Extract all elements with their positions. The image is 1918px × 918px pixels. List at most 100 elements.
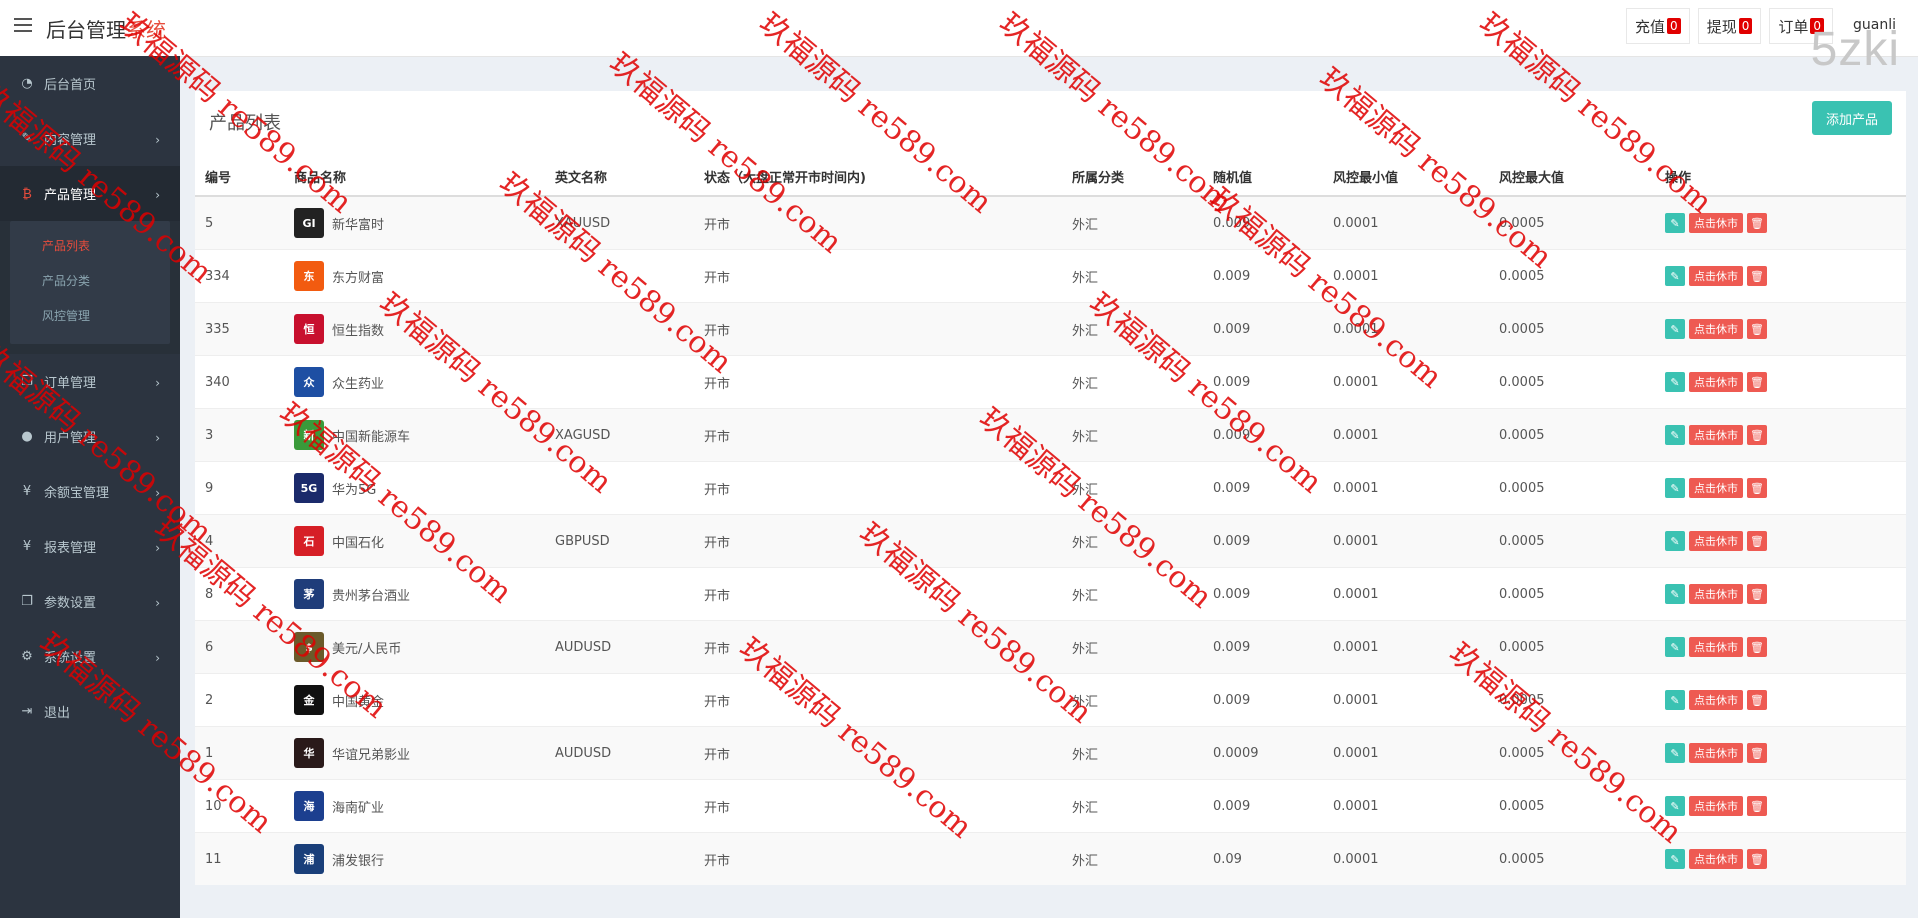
- cell-category: 外汇: [1062, 567, 1203, 621]
- chevron-right-icon: ›: [155, 133, 160, 147]
- trash-icon[interactable]: 🗑: [1747, 425, 1767, 445]
- cell-random: 0.009: [1203, 302, 1323, 356]
- trash-icon[interactable]: 🗑: [1747, 266, 1767, 286]
- edit-icon[interactable]: ✎: [1665, 266, 1685, 286]
- edit-icon[interactable]: ✎: [1665, 796, 1685, 816]
- edit-icon: ✎: [21, 131, 33, 146]
- cell-risk-max: 0.0005: [1489, 461, 1655, 515]
- toggle-market-button[interactable]: 点击休市: [1689, 319, 1743, 339]
- sidebar-item-orders[interactable]: ❐ 订单管理 ›: [0, 354, 180, 409]
- cell-risk-min: 0.0001: [1323, 567, 1489, 621]
- toggle-market-button[interactable]: 点击休市: [1689, 478, 1743, 498]
- toggle-market-button[interactable]: 点击休市: [1689, 425, 1743, 445]
- edit-icon[interactable]: ✎: [1665, 478, 1685, 498]
- table-row: 10 海海南矿业 开市 外汇 0.009 0.0001 0.0005 ✎ 点击休市 🗑: [195, 779, 1906, 833]
- sidebar-item-products[interactable]: ₿ 产品管理 ›: [0, 166, 180, 221]
- cell-en-name: AUDUSD: [545, 726, 694, 780]
- cell-id: 335: [195, 302, 284, 356]
- cell-name: 5G 华为5G: [284, 461, 545, 515]
- sidebar-subitem-risk-control[interactable]: 风控管理: [10, 299, 170, 334]
- sidebar-item-users[interactable]: ● 用户管理 ›: [0, 409, 180, 464]
- add-product-button[interactable]: 添加产品: [1811, 101, 1892, 135]
- edit-icon[interactable]: ✎: [1665, 743, 1685, 763]
- product-name: 浦发银行: [332, 853, 385, 869]
- cell-risk-min: 0.0001: [1323, 302, 1489, 356]
- product-logo: 华: [294, 738, 324, 768]
- cell-en-name: [545, 355, 694, 409]
- cell-random: 0.009: [1203, 673, 1323, 727]
- toggle-market-button[interactable]: 点击休市: [1689, 584, 1743, 604]
- toggle-market-button[interactable]: 点击休市: [1689, 213, 1743, 233]
- toggle-market-button[interactable]: 点击休市: [1689, 372, 1743, 392]
- edit-icon[interactable]: ✎: [1665, 372, 1685, 392]
- toggle-market-button[interactable]: 点击休市: [1689, 637, 1743, 657]
- sidebar-item-label: 后台首页: [44, 78, 97, 93]
- recharge-button[interactable]: 充值 0: [1626, 8, 1690, 44]
- sidebar-item-logout[interactable]: ⇥ 退出: [0, 684, 180, 739]
- toggle-market-button[interactable]: 点击休市: [1689, 849, 1743, 869]
- edit-icon[interactable]: ✎: [1665, 213, 1685, 233]
- cell-id: 10: [195, 779, 284, 833]
- cell-risk-min: 0.0001: [1323, 461, 1489, 515]
- column-header-risk-max: 风控最大值: [1489, 157, 1655, 197]
- trash-icon[interactable]: 🗑: [1747, 478, 1767, 498]
- edit-icon[interactable]: ✎: [1665, 849, 1685, 869]
- sidebar-item-yuebao[interactable]: ¥ 余额宝管理 ›: [0, 464, 180, 519]
- toggle-market-button[interactable]: 点击休市: [1689, 743, 1743, 763]
- sidebar-item-system[interactable]: ⚙ 系统设置 ›: [0, 629, 180, 684]
- toggle-market-button[interactable]: 点击休市: [1689, 796, 1743, 816]
- edit-icon[interactable]: ✎: [1665, 425, 1685, 445]
- trash-icon[interactable]: 🗑: [1747, 637, 1767, 657]
- toggle-market-button[interactable]: 点击休市: [1689, 690, 1743, 710]
- trash-icon[interactable]: 🗑: [1747, 584, 1767, 604]
- trash-icon[interactable]: 🗑: [1747, 690, 1767, 710]
- toggle-market-button[interactable]: 点击休市: [1689, 531, 1743, 551]
- cell-category: 外汇: [1062, 726, 1203, 780]
- sidebar-subitem-product-category[interactable]: 产品分类: [10, 264, 170, 299]
- cell-status: 开市: [694, 832, 1062, 885]
- table-row: 5 GI 新华富时 XAUUSD 开市 外汇 0.009 0.0001 0.0005 ✎ 点击休市 🗑: [195, 195, 1906, 250]
- trash-icon[interactable]: 🗑: [1747, 372, 1767, 392]
- product-logo: GI: [294, 208, 324, 238]
- cell-category: 外汇: [1062, 408, 1203, 462]
- toggle-market-button[interactable]: 点击休市: [1689, 266, 1743, 286]
- sidebar-item-content[interactable]: ✎ 内容管理 ›: [0, 111, 180, 166]
- cell-name: 石中国石化: [284, 514, 545, 568]
- cell-category: 外汇: [1062, 779, 1203, 833]
- menu-toggle-icon[interactable]: [14, 18, 32, 32]
- sidebar-item-label: 报表管理: [44, 541, 97, 556]
- trash-icon[interactable]: 🗑: [1747, 849, 1767, 869]
- sidebar-item-label: 订单管理: [44, 376, 97, 391]
- edit-icon[interactable]: ✎: [1665, 319, 1685, 339]
- edit-icon[interactable]: ✎: [1665, 584, 1685, 604]
- cell-risk-max: 0.0005: [1489, 249, 1655, 303]
- cell-random: 0.0009: [1203, 726, 1323, 780]
- column-header-en-name: 英文名称: [545, 157, 694, 197]
- cell-status: 开市: [694, 673, 1062, 727]
- cell-en-name: [545, 567, 694, 621]
- trash-icon[interactable]: 🗑: [1747, 213, 1767, 233]
- sidebar-item-label: 余额宝管理: [44, 486, 110, 501]
- sidebar-item-label: 产品管理: [44, 188, 97, 203]
- trash-icon[interactable]: 🗑: [1747, 796, 1767, 816]
- column-header-random: 随机值: [1203, 157, 1323, 197]
- cell-risk-min: 0.0001: [1323, 249, 1489, 303]
- cell-random: 0.009: [1203, 567, 1323, 621]
- sidebar-item-params[interactable]: ❐ 参数设置 ›: [0, 574, 180, 629]
- edit-icon[interactable]: ✎: [1665, 531, 1685, 551]
- edit-icon[interactable]: ✎: [1665, 637, 1685, 657]
- product-name: 新华富时: [332, 217, 385, 233]
- sidebar-subitem-product-list[interactable]: 产品列表: [10, 229, 170, 264]
- trash-icon[interactable]: 🗑: [1747, 743, 1767, 763]
- sidebar-item-reports[interactable]: ¥ 报表管理 ›: [0, 519, 180, 574]
- product-name: 华为5G: [332, 482, 377, 498]
- withdraw-button[interactable]: 提现 0: [1697, 8, 1762, 44]
- cell-category: 外汇: [1062, 832, 1203, 885]
- cell-actions: ✎ 点击休市 🗑: [1655, 461, 1906, 515]
- edit-icon[interactable]: ✎: [1665, 690, 1685, 710]
- trash-icon[interactable]: 🗑: [1747, 531, 1767, 551]
- sidebar-item-home[interactable]: ◔ 后台首页: [0, 56, 180, 111]
- cell-en-name: XAGUSD: [545, 408, 694, 462]
- trash-icon[interactable]: 🗑: [1747, 319, 1767, 339]
- cell-status: 开市: [694, 408, 1062, 462]
